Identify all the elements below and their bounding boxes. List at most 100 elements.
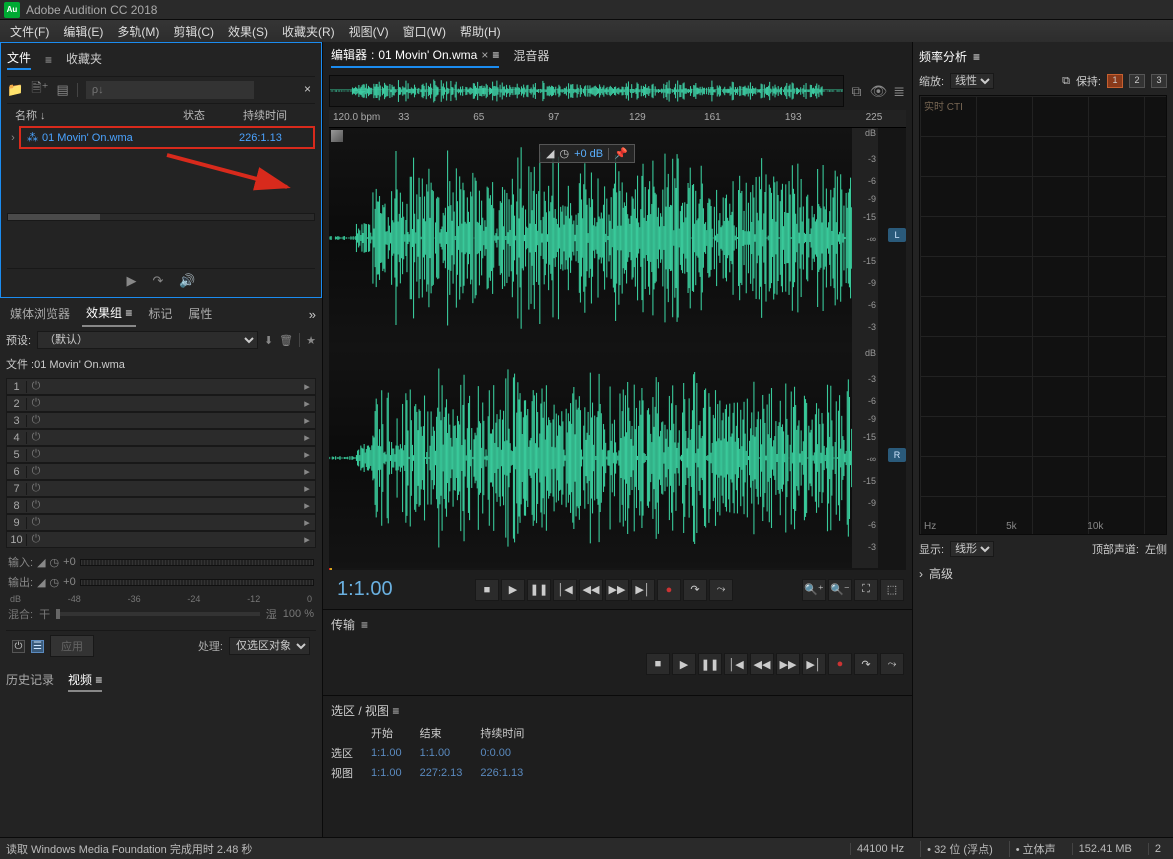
- display-dropdown[interactable]: 线形: [950, 541, 994, 557]
- hamburger-icon[interactable]: ≡: [361, 618, 368, 632]
- process-dropdown[interactable]: 仅选区对象: [229, 637, 310, 655]
- gain-hud[interactable]: ◢ ◷ +0 dB 📌: [539, 144, 635, 163]
- tab-fx-group[interactable]: 效果组 ≡: [82, 302, 136, 327]
- view-start[interactable]: 1:1.00: [371, 763, 420, 783]
- fx-slot[interactable]: 9⏻▸: [6, 514, 316, 531]
- waveform-area[interactable]: 120.0 bpm 33 65 97 129 161 193 225 🎧 dB …: [329, 110, 906, 570]
- advanced-label[interactable]: 高级: [929, 565, 953, 582]
- tab-media-browser[interactable]: 媒体浏览器: [6, 303, 74, 326]
- tp-record-button[interactable]: ●: [828, 653, 852, 675]
- apply-button[interactable]: 应用: [50, 635, 94, 657]
- fx-slot[interactable]: 7⏻▸: [6, 480, 316, 497]
- forward-button[interactable]: ▶▶: [605, 579, 629, 601]
- save-preset-icon[interactable]: ⬇: [264, 334, 273, 347]
- speaker-icon[interactable]: 🔊: [179, 273, 195, 289]
- fx-slot[interactable]: 2⏻▸: [6, 395, 316, 412]
- hamburger-icon[interactable]: ≡: [45, 53, 52, 67]
- output-value[interactable]: +0: [63, 576, 76, 588]
- fx-slot[interactable]: 3⏻▸: [6, 412, 316, 429]
- tp-prev-button[interactable]: │◀: [724, 653, 748, 675]
- preset-dropdown[interactable]: （默认）: [37, 331, 258, 349]
- tp-loop-button[interactable]: ↷: [854, 653, 878, 675]
- tab-marker[interactable]: 标记: [144, 303, 176, 326]
- play-icon[interactable]: ▶: [126, 273, 136, 289]
- prev-button[interactable]: │◀: [553, 579, 577, 601]
- pause-button[interactable]: ❚❚: [527, 579, 551, 601]
- record-button[interactable]: ●: [657, 579, 681, 601]
- loop-button[interactable]: ↷: [683, 579, 707, 601]
- tab-editor[interactable]: 编辑器 : 01 Movin' On.wma× ≡: [331, 46, 499, 68]
- import-icon[interactable]: ↷: [152, 273, 163, 289]
- open-file-icon[interactable]: 📁: [7, 82, 23, 98]
- hud-pin-icon[interactable]: 📌: [614, 147, 628, 160]
- new-file-icon[interactable]: 🗎⁺: [31, 79, 48, 101]
- frequency-spectrum-display[interactable]: 实时 CTI Hz 5k 10k: [919, 95, 1167, 535]
- tp-play-button[interactable]: ▶: [672, 653, 696, 675]
- tab-properties[interactable]: 属性: [184, 303, 216, 326]
- spectral-view-icon[interactable]: ≣: [892, 82, 906, 101]
- fx-slot[interactable]: 5⏻▸: [6, 446, 316, 463]
- fx-slot[interactable]: 8⏻▸: [6, 497, 316, 514]
- zoom-fit-icon[interactable]: ⛶: [854, 579, 878, 601]
- tp-stop-button[interactable]: ■: [646, 653, 670, 675]
- corner-handle-icon[interactable]: [331, 130, 343, 142]
- menu-effects[interactable]: 效果(S): [222, 21, 274, 42]
- col-name[interactable]: 名称 ↓: [9, 107, 183, 123]
- next-button[interactable]: ▶│: [631, 579, 655, 601]
- tp-skip-button[interactable]: ⤳: [880, 653, 904, 675]
- menu-edit[interactable]: 编辑(E): [57, 21, 109, 42]
- tp-next-button[interactable]: ▶│: [802, 653, 826, 675]
- tp-pause-button[interactable]: ❚❚: [698, 653, 722, 675]
- zoom-vertical-icon[interactable]: ⧉: [850, 82, 862, 101]
- zoom-dropdown[interactable]: 线性: [950, 73, 994, 89]
- hud-clock-icon[interactable]: ◷: [559, 147, 569, 160]
- skip-button[interactable]: ⤳: [709, 579, 733, 601]
- channel-badge-right[interactable]: R: [888, 448, 906, 462]
- menu-window[interactable]: 窗口(W): [397, 21, 452, 42]
- sel-start[interactable]: 1:1.00: [371, 743, 420, 763]
- tp-rewind-button[interactable]: ◀◀: [750, 653, 774, 675]
- waveform-channel-right[interactable]: dB -3 -6 -9 -15 -∞ -15 -9 -6 -3 R: [329, 348, 878, 568]
- fx-slot[interactable]: 1⏻▸: [6, 378, 316, 395]
- files-search-input[interactable]: [86, 81, 254, 99]
- output-knob-icon[interactable]: ◷: [50, 576, 60, 589]
- tab-video[interactable]: 视频 ≡: [68, 671, 102, 692]
- view-mode-icon[interactable]: 👁: [868, 82, 888, 101]
- delete-preset-icon[interactable]: 🗑: [279, 334, 293, 347]
- view-dur[interactable]: 226:1.13: [480, 763, 542, 783]
- tab-history[interactable]: 历史记录: [6, 671, 54, 692]
- tab-mixer[interactable]: 混音器: [513, 47, 549, 67]
- mix-slider[interactable]: [56, 612, 260, 616]
- menu-favorites[interactable]: 收藏夹(R): [276, 21, 341, 42]
- hud-db-value[interactable]: +0 dB: [574, 148, 603, 160]
- col-duration[interactable]: 持续时间: [243, 107, 313, 123]
- tp-forward-button[interactable]: ▶▶: [776, 653, 800, 675]
- sel-dur[interactable]: 0:0.00: [480, 743, 542, 763]
- hamburger-icon[interactable]: ≡: [973, 50, 980, 64]
- zoom-sel-icon[interactable]: ⬚: [880, 579, 904, 601]
- fx-slot[interactable]: 6⏻▸: [6, 463, 316, 480]
- fx-power-toggle[interactable]: ⏻: [12, 640, 25, 653]
- tab-files[interactable]: 文件: [7, 49, 31, 70]
- expand-chevron-icon[interactable]: ›: [7, 132, 19, 144]
- menu-cut[interactable]: 剪辑(C): [167, 21, 220, 42]
- link-icon[interactable]: ⧉: [1062, 75, 1070, 88]
- multitrack-icon[interactable]: ▤: [57, 82, 69, 98]
- favorite-star-icon[interactable]: ★: [306, 334, 316, 347]
- zoom-in-icon[interactable]: 🔍⁺: [802, 579, 826, 601]
- files-horizontal-scrollbar[interactable]: [7, 213, 315, 221]
- stop-button[interactable]: ■: [475, 579, 499, 601]
- menu-help[interactable]: 帮助(H): [454, 21, 507, 42]
- view-end[interactable]: 227:2.13: [420, 763, 481, 783]
- hold-1-button[interactable]: 1: [1107, 74, 1123, 88]
- tab-favorites[interactable]: 收藏夹: [66, 50, 102, 69]
- time-ruler[interactable]: 120.0 bpm 33 65 97 129 161 193 225: [329, 110, 906, 128]
- input-value[interactable]: +0: [63, 556, 76, 568]
- overview-waveform[interactable]: [329, 75, 844, 107]
- menu-file[interactable]: 文件(F): [4, 21, 55, 42]
- sel-end[interactable]: 1:1.00: [420, 743, 481, 763]
- play-button[interactable]: ▶: [501, 579, 525, 601]
- fx-list-toggle[interactable]: ☰: [31, 640, 44, 653]
- chevron-right-icon[interactable]: ›: [919, 567, 923, 581]
- timecode-display[interactable]: 1:1.00: [331, 578, 471, 601]
